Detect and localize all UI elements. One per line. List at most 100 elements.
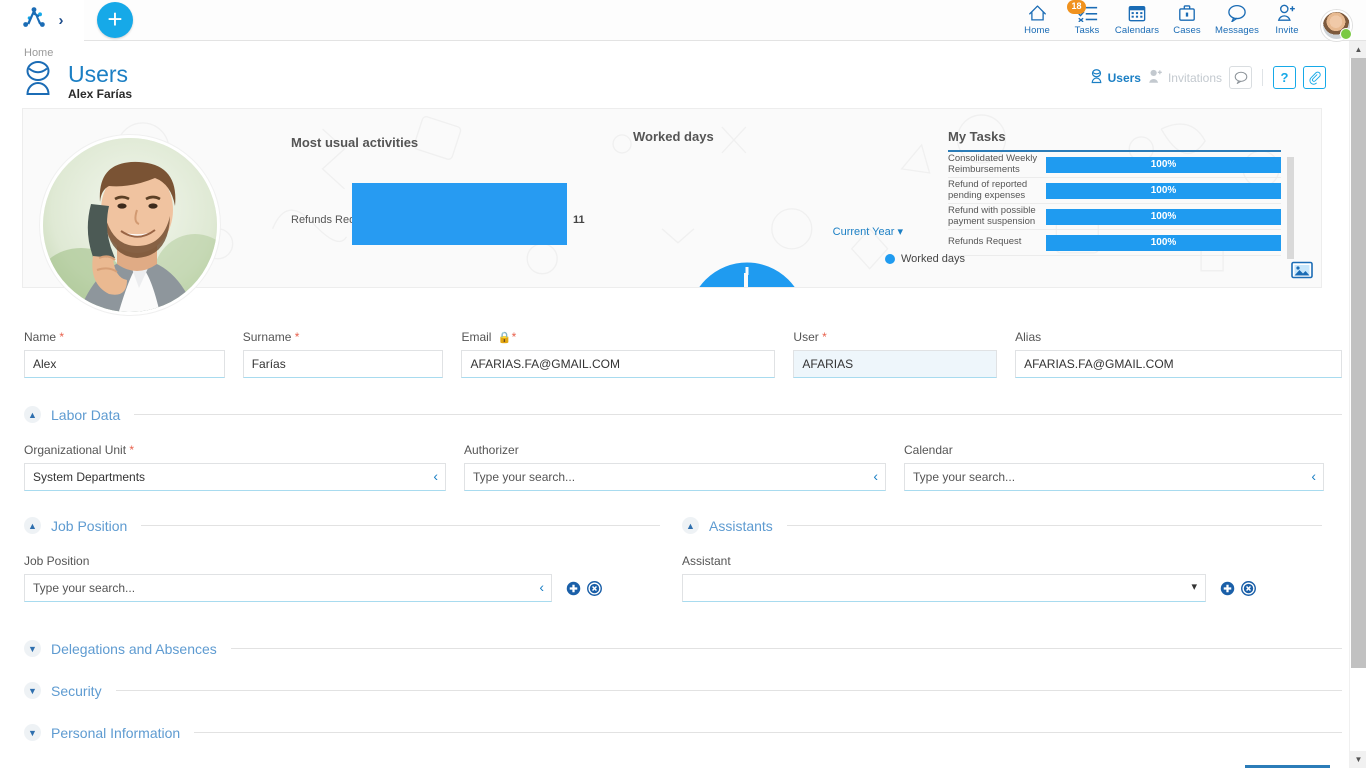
chevron-left-icon[interactable]: ‹ [873,468,878,484]
labor-data-fields: Organizational Unit * ‹ Authorizer ‹ [24,443,1342,491]
name-input[interactable] [24,350,225,378]
section-personal-information: ▼ Personal Information [0,724,1366,741]
nav-item-messages[interactable]: Messages [1213,0,1261,41]
section-delegations-absences-header[interactable]: ▼ Delegations and Absences [24,640,1342,657]
period-selector[interactable]: Current Year ▾ [833,225,903,238]
bizagi-logo-icon[interactable] [21,5,47,36]
remove-circle-icon[interactable] [587,581,602,596]
nav-item-cases[interactable]: Cases [1163,0,1211,41]
page-title: Users [68,62,132,86]
chevron-left-icon[interactable]: ‹ [433,468,438,484]
chevron-left-icon[interactable]: ‹ [539,579,544,595]
scrollbar-track[interactable] [1350,58,1366,751]
worked-days-title: Worked days [633,129,714,144]
field-job-position: Job Position ‹ [24,554,552,602]
tasks-badge: 18 [1067,0,1086,14]
alias-input[interactable] [1015,350,1342,378]
add-circle-icon[interactable] [1220,581,1235,596]
page-header: Users Alex Farías [22,60,132,103]
page-scrollbar[interactable]: ▲ ▼ [1349,41,1366,768]
activities-title: Most usual activities [291,135,418,150]
task-name: Refund with possible payment suspension [948,206,1046,227]
add-circle-icon[interactable] [566,581,581,596]
section-labor-data-title: Labor Data [51,407,120,423]
task-row: Refund with possible payment suspension … [948,204,1281,230]
header-link-users-label: Users [1108,71,1141,85]
section-personal-information-header[interactable]: ▼ Personal Information [24,724,1342,741]
breadcrumb[interactable]: Home [24,47,53,59]
nav-item-home[interactable]: Home [1013,0,1061,41]
caret-down-icon[interactable]: ▼ [1350,751,1366,768]
field-surname-label: Surname * [243,330,444,344]
chevron-right-icon[interactable]: › [59,12,64,29]
task-row: Consolidated Weekly Reimbursements 100% [948,152,1281,178]
section-job-position-header[interactable]: ▲ Job Position [24,517,660,534]
header-actions: Users Invitations ? [1090,66,1326,89]
task-bar-track: 100% [1046,235,1281,251]
section-assistants-header[interactable]: ▲ Assistants [682,517,1322,534]
nav-label-calendars: Calendars [1115,25,1159,36]
user-input[interactable] [793,350,997,378]
field-assistant-label: Assistant [682,554,1206,568]
field-calendar-label: Calendar [904,443,1324,457]
assistant-actions [1220,581,1256,602]
section-security-title: Security [51,683,102,699]
dashboard-panel: Most usual activities Refunds Request 11… [22,108,1322,288]
nav-label-cases: Cases [1173,25,1200,36]
help-button[interactable]: ? [1273,66,1296,89]
task-name: Refund of reported pending expenses [948,180,1046,201]
org-unit-input[interactable] [24,463,446,491]
field-organizational-unit: Organizational Unit * ‹ [24,443,446,491]
field-user-label-text: User [793,330,818,344]
header-link-invitations[interactable]: Invitations [1148,69,1222,87]
field-name-label-text: Name [24,330,56,344]
section-labor-data-header[interactable]: ▲ Labor Data [24,406,1342,423]
header-link-invitations-label: Invitations [1168,71,1222,85]
section-security-header[interactable]: ▼ Security [24,682,1342,699]
top-nav-items: Home 18 Tasks [1013,0,1366,41]
job-position-actions [566,581,602,602]
job-position-input[interactable] [24,574,552,602]
surname-input[interactable] [243,350,444,378]
tasks-scrollbar[interactable] [1287,157,1294,259]
field-authorizer: Authorizer ‹ [464,443,886,491]
my-tasks-title: My Tasks [948,129,1293,144]
job-position-searchbox: ‹ [24,574,552,602]
chevron-up-icon: ▲ [682,517,699,534]
header-link-users[interactable]: Users [1090,69,1141,87]
nav-item-tasks[interactable]: 18 Tasks [1063,0,1111,41]
task-bar: 100% [1046,209,1281,225]
nav-item-invite[interactable]: Invite [1263,0,1311,41]
task-name: Refunds Request [948,237,1046,248]
paperclip-icon[interactable] [1303,66,1326,89]
chevron-down-icon: ▼ [24,682,41,699]
job-assistants-row: ▲ Job Position Job Position ‹ [0,517,1366,602]
caret-up-icon[interactable]: ▲ [1350,41,1366,58]
field-assistant: Assistant ▾ [682,554,1206,602]
chevron-up-icon: ▲ [24,406,41,423]
nav-item-calendars[interactable]: Calendars [1113,0,1161,41]
task-bar-track: 100% [1046,157,1281,173]
comment-icon[interactable] [1229,66,1252,89]
task-bar-track: 100% [1046,209,1281,225]
authorizer-input[interactable] [464,463,886,491]
chevron-left-icon[interactable]: ‹ [1311,468,1316,484]
calendar-input[interactable] [904,463,1324,491]
field-calendar: Calendar ‹ [904,443,1324,491]
scrollbar-thumb[interactable] [1351,58,1366,668]
image-icon[interactable] [1291,261,1313,279]
section-divider [231,648,1342,649]
chevron-down-icon: ▼ [24,640,41,657]
section-assistants: ▲ Assistants Assistant ▾ [682,517,1322,602]
email-input[interactable] [461,350,775,378]
nav-label-home: Home [1024,25,1050,36]
form-row-primary: Name * Surname * Email 🔒* User * [0,330,1366,378]
assistant-select[interactable] [682,574,1206,602]
chevron-down-icon: ▼ [24,724,41,741]
section-labor-data: ▲ Labor Data Organizational Unit * ‹ Aut… [0,406,1366,491]
activities-bar [352,183,567,245]
add-new-button[interactable]: + [97,2,133,38]
remove-circle-icon[interactable] [1241,581,1256,596]
avatar[interactable] [1321,10,1352,41]
field-org-unit-label: Organizational Unit * [24,443,446,457]
